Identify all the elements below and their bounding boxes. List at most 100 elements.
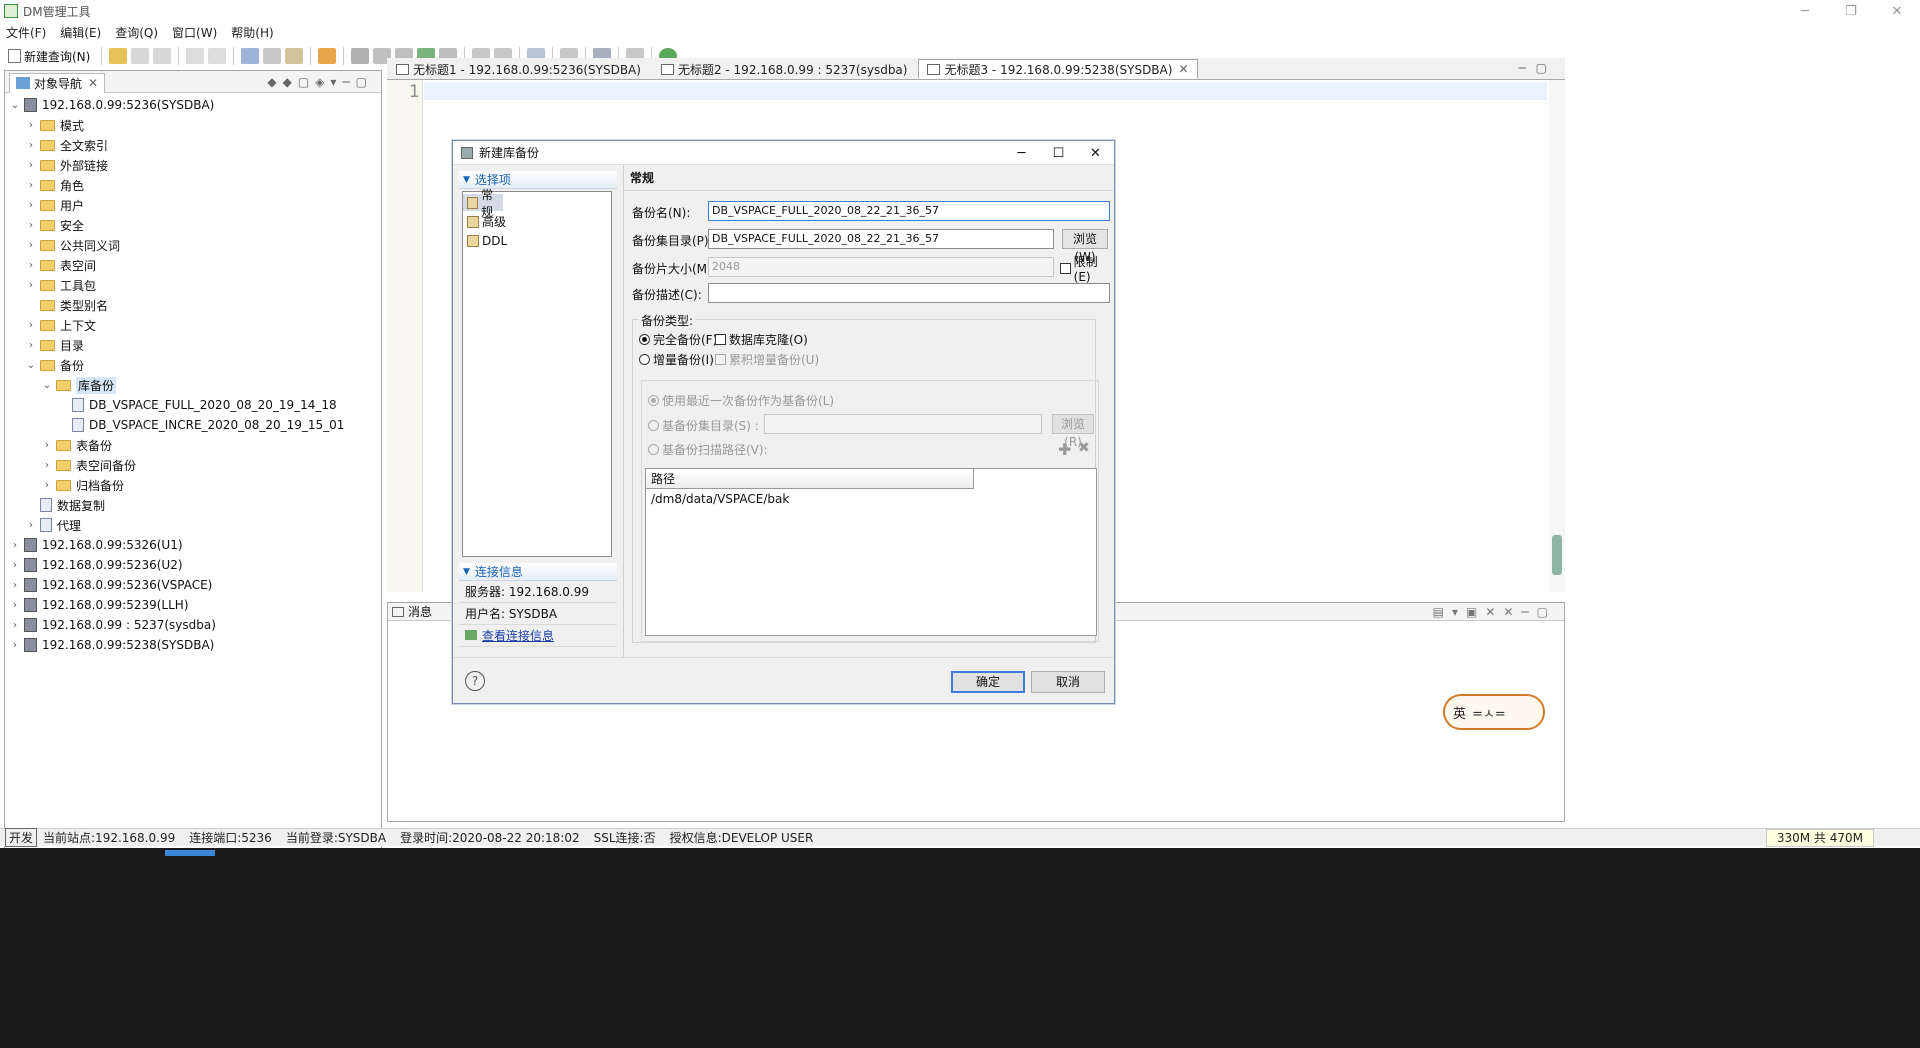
- scrollbar-thumb[interactable]: [1552, 535, 1562, 575]
- run-icon[interactable]: [351, 48, 370, 64]
- expand-chevron-icon[interactable]: ›: [9, 580, 21, 591]
- remove-path-icon[interactable]: ✖: [1078, 440, 1090, 456]
- tree-node[interactable]: › 表备份: [5, 435, 381, 455]
- expand-chevron-icon[interactable]: ›: [25, 140, 37, 151]
- tree-node[interactable]: › 192.168.0.99:5236(U2): [5, 555, 381, 575]
- piece-size-input[interactable]: 2048: [708, 257, 1054, 277]
- tree-node[interactable]: › 192.168.0.99:5239(LLH): [5, 595, 381, 615]
- new-query-button[interactable]: 新建查询(N): [8, 48, 90, 65]
- save-all-icon[interactable]: [153, 48, 172, 64]
- tree-node[interactable]: › 归档备份: [5, 475, 381, 495]
- tree-node[interactable]: › 192.168.0.99:5238(SYSDBA): [5, 635, 381, 655]
- paste-icon[interactable]: [285, 48, 304, 64]
- expand-chevron-icon[interactable]: ›: [25, 340, 37, 351]
- menu-help[interactable]: 帮助(H): [231, 24, 273, 41]
- open-icon[interactable]: [109, 48, 128, 64]
- tree-node[interactable]: 数据复制: [5, 495, 381, 515]
- tab-query-3[interactable]: 无标题3 - 192.168.0.99:5238(SYSDBA) ✕: [918, 59, 1198, 79]
- help-icon[interactable]: ?: [465, 671, 485, 691]
- use-recent-backup-radio[interactable]: 使用最近一次备份作为基备份(L): [648, 389, 834, 411]
- expand-chevron-icon[interactable]: ›: [9, 640, 21, 651]
- expand-chevron-icon[interactable]: ›: [25, 180, 37, 191]
- description-input[interactable]: [708, 283, 1110, 303]
- tree-node[interactable]: › 安全: [5, 215, 381, 235]
- close-navigator-icon[interactable]: ✕: [88, 76, 98, 90]
- expand-chevron-icon[interactable]: ›: [25, 260, 37, 271]
- undo-icon[interactable]: [186, 48, 205, 64]
- base-scan-path-radio[interactable]: 基备份扫描路径(V):: [648, 438, 768, 460]
- expand-chevron-icon[interactable]: ›: [41, 480, 53, 491]
- tree-node[interactable]: › 代理: [5, 515, 381, 535]
- tree-node[interactable]: DB_VSPACE_INCRE_2020_08_20_19_15_01: [5, 415, 381, 435]
- expand-chevron-icon[interactable]: ›: [9, 540, 21, 551]
- cumulative-incr-checkbox[interactable]: 累积增量备份(U): [715, 348, 819, 370]
- tree-node[interactable]: › 公共同义词: [5, 235, 381, 255]
- menu-window[interactable]: 窗口(W): [172, 24, 217, 41]
- base-dir-radio[interactable]: 基备份集目录(S) :: [648, 414, 759, 436]
- maximize-icon[interactable]: ❐: [1828, 0, 1874, 22]
- cancel-button[interactable]: 取消: [1031, 671, 1105, 693]
- tree-node[interactable]: DB_VSPACE_FULL_2020_08_20_19_14_18: [5, 395, 381, 415]
- collapse-chevron-icon[interactable]: ⌄: [9, 100, 21, 111]
- expand-chevron-icon[interactable]: ›: [25, 220, 37, 231]
- save-icon[interactable]: [131, 48, 150, 64]
- view-connection-link[interactable]: 查看连接信息: [465, 627, 554, 644]
- tree-node[interactable]: › 全文索引: [5, 135, 381, 155]
- copy-icon[interactable]: [263, 48, 282, 64]
- expand-chevron-icon[interactable]: ›: [9, 560, 21, 571]
- tree-node[interactable]: › 用户: [5, 195, 381, 215]
- redo-icon[interactable]: [208, 48, 227, 64]
- editor-view-controls[interactable]: ─▢: [1518, 61, 1557, 75]
- expand-chevron-icon[interactable]: ›: [25, 320, 37, 331]
- db-clone-checkbox[interactable]: 数据库克隆(O): [715, 328, 808, 350]
- dialog-minimize-icon[interactable]: ─: [1003, 141, 1040, 165]
- tree-node[interactable]: › 外部链接: [5, 155, 381, 175]
- collapse-chevron-icon[interactable]: ⌄: [41, 380, 53, 391]
- close-icon[interactable]: ✕: [1874, 0, 1920, 22]
- expand-chevron-icon[interactable]: ›: [25, 280, 37, 291]
- dialog-close-icon[interactable]: ✕: [1077, 141, 1114, 165]
- add-path-icon[interactable]: ✚: [1058, 440, 1071, 459]
- backup-dir-input[interactable]: DB_VSPACE_FULL_2020_08_22_21_36_57: [708, 229, 1054, 249]
- menu-file[interactable]: 文件(F): [6, 24, 46, 41]
- collapse-chevron-icon[interactable]: ⌄: [25, 360, 37, 371]
- tab-query-1[interactable]: 无标题1 - 192.168.0.99:5236(SYSDBA): [387, 59, 650, 79]
- full-backup-radio[interactable]: 完全备份(F): [639, 328, 717, 350]
- tree-node[interactable]: 类型别名: [5, 295, 381, 315]
- tree-node[interactable]: › 192.168.0.99:5236(VSPACE): [5, 575, 381, 595]
- menu-query[interactable]: 查询(Q): [115, 24, 158, 41]
- expand-chevron-icon[interactable]: ›: [25, 120, 37, 131]
- expand-chevron-icon[interactable]: ›: [25, 200, 37, 211]
- tree-node[interactable]: › 上下文: [5, 315, 381, 335]
- tree-node[interactable]: › 192.168.0.99:5326(U1): [5, 535, 381, 555]
- tree-node[interactable]: ⌄ 备份: [5, 355, 381, 375]
- table-row[interactable]: /dm8/data/VSPACE/bak: [646, 489, 1096, 509]
- base-dir-input[interactable]: [764, 414, 1042, 434]
- expand-chevron-icon[interactable]: ›: [25, 520, 37, 531]
- browse-base-button[interactable]: 浏览(R): [1052, 414, 1094, 449]
- menu-edit[interactable]: 编辑(E): [60, 24, 101, 41]
- home-icon[interactable]: [318, 48, 337, 64]
- tab-query-2[interactable]: 无标题2 - 192.168.0.99 : 5237(sysdba): [652, 59, 917, 79]
- expand-chevron-icon[interactable]: ›: [41, 440, 53, 451]
- expand-chevron-icon[interactable]: ›: [25, 240, 37, 251]
- tree-node[interactable]: › 工具包: [5, 275, 381, 295]
- tree-node[interactable]: › 192.168.0.99 : 5237(sysdba): [5, 615, 381, 635]
- connection-section-header[interactable]: ▼ 连接信息: [459, 563, 617, 581]
- option-advanced[interactable]: 高级: [463, 213, 611, 230]
- close-tab-icon[interactable]: ✕: [1178, 62, 1188, 76]
- incremental-backup-radio[interactable]: 增量备份(I): [639, 348, 714, 370]
- backup-name-input[interactable]: DB_VSPACE_FULL_2020_08_22_21_36_57: [708, 201, 1110, 221]
- expand-chevron-icon[interactable]: ›: [41, 460, 53, 471]
- expand-chevron-icon[interactable]: ›: [9, 620, 21, 631]
- tree-node[interactable]: ⌄ 库备份: [5, 375, 381, 395]
- navigator-tab[interactable]: 对象导航 ✕: [9, 72, 106, 93]
- cut-icon[interactable]: [241, 48, 260, 64]
- messages-controls[interactable]: ▤▾▣✕✕─▢: [1433, 605, 1556, 619]
- minimize-icon[interactable]: ─: [1782, 0, 1828, 22]
- expand-chevron-icon[interactable]: ›: [25, 160, 37, 171]
- memory-usage[interactable]: 330M 共 470M: [1765, 829, 1874, 847]
- limit-checkbox[interactable]: 限制(E): [1060, 255, 1113, 284]
- tree-node[interactable]: › 角色: [5, 175, 381, 195]
- ok-button[interactable]: 确定: [951, 671, 1025, 693]
